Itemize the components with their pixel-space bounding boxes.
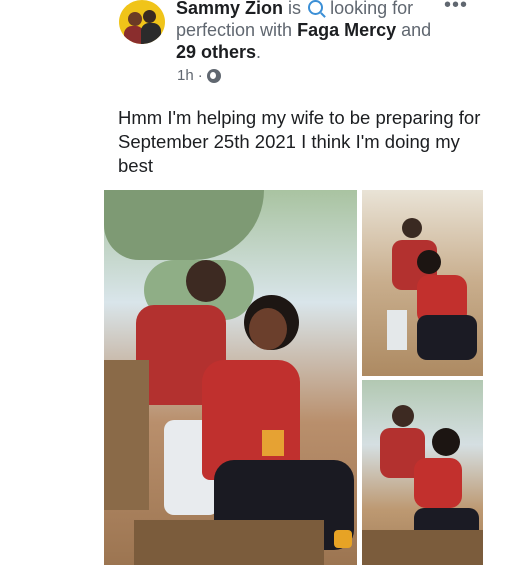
period: . xyxy=(256,42,262,62)
post-meta: 1h · xyxy=(177,67,221,84)
and-text: and xyxy=(401,20,432,40)
post-text: Hmm I'm helping my wife to be preparing … xyxy=(118,107,481,176)
author-name[interactable]: Sammy Zion xyxy=(176,0,283,18)
post-header: Sammy Zion is looking for perfection wit… xyxy=(176,0,446,63)
status-verb: is xyxy=(288,0,302,18)
meta-separator: · xyxy=(197,67,203,84)
post-photo-main[interactable] xyxy=(104,190,357,565)
tagged-others[interactable]: 29 others xyxy=(176,42,256,62)
post-photo-side-2[interactable] xyxy=(362,380,483,565)
post-time[interactable]: 1h xyxy=(177,67,194,84)
more-options-icon[interactable]: ••• xyxy=(444,0,468,17)
tagged-person[interactable]: Faga Mercy xyxy=(297,20,396,40)
magnifier-icon xyxy=(308,0,324,15)
post-photo-side-1[interactable] xyxy=(362,190,483,376)
avatar[interactable] xyxy=(119,0,165,44)
globe-icon[interactable] xyxy=(206,68,221,83)
